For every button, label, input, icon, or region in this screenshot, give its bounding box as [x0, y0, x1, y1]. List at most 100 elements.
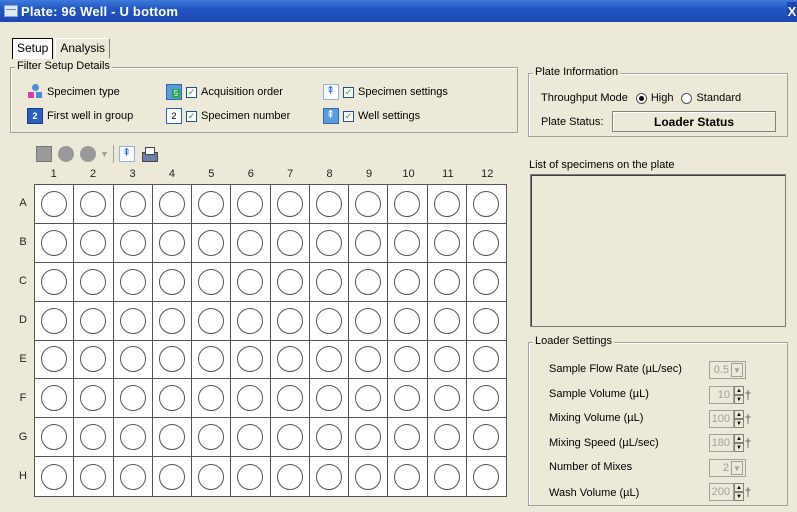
well[interactable] [355, 424, 382, 451]
settings-button[interactable] [117, 144, 137, 164]
well[interactable] [355, 190, 382, 217]
well[interactable] [433, 385, 460, 412]
well-cell[interactable] [310, 457, 349, 496]
well-cell[interactable] [349, 223, 389, 263]
well-cell[interactable] [192, 301, 232, 341]
well-cell[interactable] [427, 418, 467, 458]
specimen-list[interactable] [530, 174, 786, 327]
well-cell[interactable] [74, 340, 114, 380]
well-cell[interactable] [74, 457, 114, 496]
well-cell[interactable] [270, 418, 310, 458]
well[interactable] [237, 268, 264, 295]
well[interactable] [158, 346, 185, 373]
well-cell[interactable] [74, 379, 114, 419]
title-bar[interactable]: Plate: 96 Well - U bottom X [0, 0, 797, 22]
well-cell[interactable] [349, 262, 389, 302]
well[interactable] [158, 307, 185, 334]
well-cell[interactable] [192, 223, 232, 263]
well-cell[interactable] [153, 457, 192, 496]
well[interactable] [237, 385, 264, 412]
well[interactable] [433, 463, 460, 490]
well-cell[interactable] [192, 340, 232, 380]
well-cell[interactable] [152, 418, 192, 458]
wash-volume-input[interactable]: 200 [709, 483, 734, 501]
tab-setup[interactable]: Setup [12, 38, 54, 59]
well[interactable] [80, 346, 107, 373]
well-cell[interactable] [74, 301, 114, 341]
well[interactable] [355, 463, 382, 490]
well[interactable] [237, 307, 264, 334]
well-cell[interactable] [113, 379, 153, 419]
well-cell[interactable] [270, 379, 310, 419]
well[interactable] [80, 190, 107, 217]
well[interactable] [394, 463, 421, 490]
well[interactable] [473, 463, 500, 490]
well-cell[interactable] [388, 185, 428, 224]
well[interactable] [198, 268, 225, 295]
well-cell[interactable] [388, 379, 428, 419]
well[interactable] [315, 268, 342, 295]
well[interactable] [41, 385, 68, 412]
well-cell[interactable] [192, 418, 232, 458]
well-cell[interactable] [270, 340, 310, 380]
well-cell[interactable] [466, 379, 506, 419]
well-cell[interactable] [192, 379, 232, 419]
well-settings-checkbox[interactable]: ✓ [343, 110, 354, 122]
mixing-speed-tick-icon[interactable]: † [744, 434, 752, 452]
mixing-speed-input[interactable]: 180 [709, 434, 734, 452]
well-cell[interactable] [113, 185, 153, 224]
well[interactable] [119, 346, 146, 373]
well[interactable] [41, 346, 68, 373]
well-cell[interactable] [427, 379, 467, 419]
well-cell[interactable] [427, 185, 467, 224]
well[interactable] [119, 385, 146, 412]
well-cell[interactable] [74, 223, 114, 263]
well[interactable] [80, 229, 107, 256]
well-cell[interactable] [152, 340, 192, 380]
well[interactable] [80, 385, 107, 412]
well-cell[interactable] [270, 262, 310, 302]
well[interactable] [355, 307, 382, 334]
sample-volume-tick-icon[interactable]: † [744, 386, 752, 404]
row-header[interactable]: A [14, 197, 32, 209]
well-cell[interactable] [349, 301, 389, 341]
well[interactable] [315, 229, 342, 256]
well-cell[interactable] [35, 223, 75, 263]
well-cell[interactable] [349, 340, 389, 380]
well[interactable] [41, 463, 68, 490]
well-cell[interactable] [231, 379, 271, 419]
well-cell[interactable] [35, 418, 75, 458]
well-type-dropdown-icon[interactable]: ▼ [100, 149, 110, 159]
well[interactable] [237, 229, 264, 256]
row-header[interactable]: F [14, 392, 32, 404]
well[interactable] [41, 268, 68, 295]
well-cell[interactable] [466, 341, 506, 380]
well[interactable] [41, 229, 68, 256]
well-cell[interactable] [231, 418, 271, 458]
well[interactable] [119, 229, 146, 256]
throughput-high-radio[interactable] [635, 92, 647, 104]
well-cell[interactable] [427, 223, 467, 263]
well-cell[interactable] [388, 262, 428, 302]
well[interactable] [276, 346, 303, 373]
well[interactable] [158, 463, 185, 490]
well-cell[interactable] [466, 185, 506, 224]
well[interactable] [315, 190, 342, 217]
chevron-down-icon[interactable]: ▼ [731, 363, 743, 377]
well[interactable] [198, 307, 225, 334]
well[interactable] [198, 190, 225, 217]
well-cell[interactable] [466, 418, 506, 458]
well[interactable] [473, 229, 500, 256]
well-cell[interactable] [349, 418, 389, 458]
well[interactable] [276, 190, 303, 217]
well-cell[interactable] [35, 340, 75, 380]
well[interactable] [198, 385, 225, 412]
row-header[interactable]: G [14, 431, 32, 443]
well[interactable] [119, 424, 146, 451]
acquisition-order-checkbox[interactable]: ✓ [186, 86, 197, 98]
well[interactable] [158, 229, 185, 256]
well-cell[interactable] [192, 185, 232, 224]
well[interactable] [41, 307, 68, 334]
well-cell[interactable] [349, 185, 389, 224]
well[interactable] [276, 463, 303, 490]
